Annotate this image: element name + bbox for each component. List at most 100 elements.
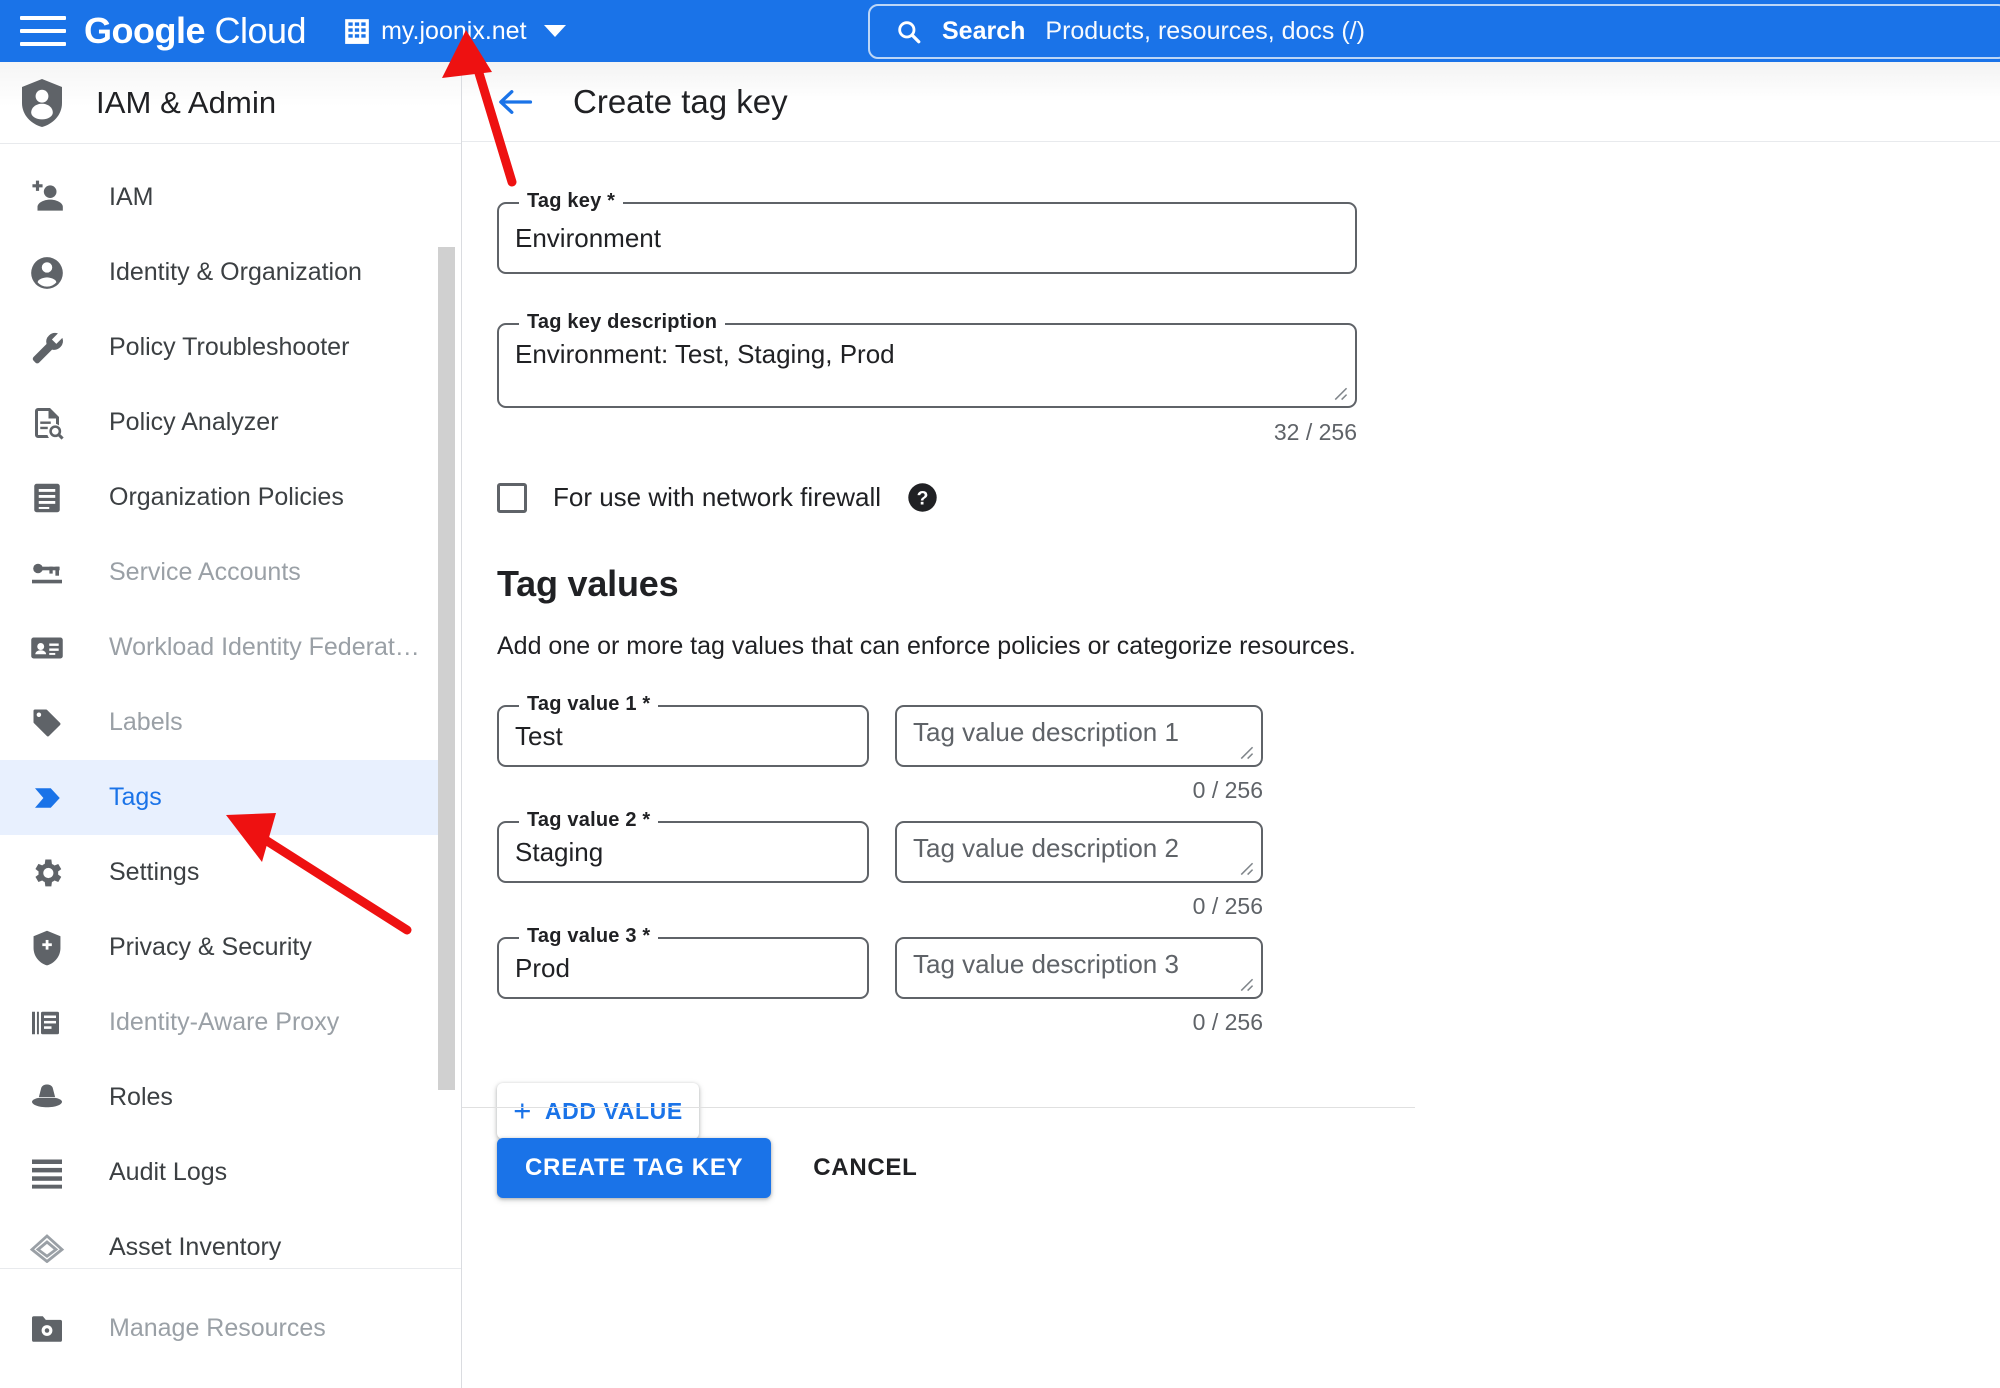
tag-arrow-icon <box>24 775 70 821</box>
proxy-icon <box>24 1000 70 1046</box>
search-label: Search <box>942 17 1026 45</box>
sidebar-item-label: Roles <box>109 1083 173 1111</box>
tag-key-description-input[interactable]: Environment: Test, Staging, Prod <box>515 339 895 369</box>
document-search-icon <box>24 400 70 446</box>
app-root: Google Cloud my.joonix.net Search Produc… <box>0 0 2000 1388</box>
lines-icon <box>24 1150 70 1196</box>
sidebar-item-labels[interactable]: Labels <box>0 685 461 760</box>
add-value-button[interactable]: + ADD VALUE <box>497 1083 699 1139</box>
sidebar-item-policy-troubleshooter[interactable]: Policy Troubleshooter <box>0 310 461 385</box>
tag-key-description-label: Tag key description <box>519 311 726 334</box>
resize-handle-icon[interactable] <box>1331 384 1348 401</box>
search-input[interactable]: Products, resources, docs (/) <box>1045 17 1365 46</box>
back-arrow-icon[interactable] <box>497 86 533 118</box>
sidebar-item-label: Manage Resources <box>109 1314 326 1342</box>
tag-value-3-description-placeholder[interactable]: Tag value description 3 <box>913 949 1179 979</box>
sidebar-item-label: Asset Inventory <box>109 1233 282 1261</box>
hat-icon <box>24 1075 70 1121</box>
sidebar-header: IAM & Admin <box>0 62 461 144</box>
sidebar-item-identity-aware-proxy[interactable]: Identity-Aware Proxy <box>0 985 461 1060</box>
sidebar-item-roles[interactable]: Roles <box>0 1060 461 1135</box>
tag-value-2-label: Tag value 2 * <box>519 809 659 832</box>
tag-value-row: Tag value 1 * Test Tag value description… <box>497 693 2000 804</box>
tag-value-2-input[interactable]: Staging <box>511 833 607 871</box>
sidebar-item-privacy-security[interactable]: Privacy & Security <box>0 910 461 985</box>
tag-value-2-description-placeholder[interactable]: Tag value description 2 <box>913 833 1179 863</box>
tag-key-description-counter: 32 / 256 <box>1273 419 1357 445</box>
list-document-icon <box>24 475 70 521</box>
sidebar-item-tags[interactable]: Tags <box>0 760 438 835</box>
project-name-label: my.joonix.net <box>381 16 527 45</box>
sidebar-item-service-accounts[interactable]: Service Accounts <box>0 535 461 610</box>
tag-key-field[interactable]: Tag key * Environment <box>497 190 1357 274</box>
tag-value-1-field[interactable]: Tag value 1 * Test <box>497 693 869 767</box>
sidebar-nav: IAM Identity & Organization Policy Troub… <box>0 144 461 1285</box>
key-card-icon <box>24 550 70 596</box>
sidebar-item-label: Service Accounts <box>109 558 301 586</box>
search-icon <box>896 19 922 45</box>
sidebar-item-manage-resources[interactable]: Manage Resources <box>0 1268 461 1388</box>
logo-cloud-text: Cloud <box>214 10 307 51</box>
create-tag-key-button[interactable]: CREATE TAG KEY <box>497 1138 772 1198</box>
tag-values-heading: Tag values <box>497 563 679 604</box>
tag-value-2-description-field[interactable]: Tag value description 2 0 / 256 <box>895 821 1263 920</box>
svg-text:?: ? <box>917 487 929 509</box>
tag-value-1-description-field[interactable]: Tag value description 1 0 / 256 <box>895 705 1263 804</box>
global-search-bar[interactable]: Search Products, resources, docs (/) <box>868 4 2000 59</box>
form-actions: CREATE TAG KEY CANCEL <box>497 1138 917 1198</box>
project-picker[interactable]: my.joonix.net <box>344 16 566 46</box>
tag-value-1-input[interactable]: Test <box>511 717 567 755</box>
sidebar-item-label: Policy Troubleshooter <box>109 333 350 361</box>
sidebar-item-settings[interactable]: Settings <box>0 835 461 910</box>
account-circle-icon <box>24 250 70 296</box>
sidebar-item-label: Identity-Aware Proxy <box>109 1008 340 1036</box>
resize-handle-icon[interactable] <box>1237 743 1254 760</box>
resize-handle-icon[interactable] <box>1237 859 1254 876</box>
tag-value-3-counter: 0 / 256 <box>1192 1009 1263 1035</box>
network-firewall-checkbox[interactable] <box>497 482 527 513</box>
resize-handle-icon[interactable] <box>1237 975 1254 992</box>
cancel-button[interactable]: CANCEL <box>813 1154 917 1182</box>
sidebar-item-label: Workload Identity Federat… <box>109 633 420 661</box>
logo-google-text: Google <box>84 10 206 51</box>
sidebar-item-label: IAM <box>109 183 154 211</box>
tag-values-description: Add one or more tag values that can enfo… <box>497 632 1356 660</box>
sidebar-item-identity-organization[interactable]: Identity & Organization <box>0 235 461 310</box>
tag-key-input[interactable]: Environment <box>511 217 665 259</box>
sidebar-item-label: Privacy & Security <box>109 933 312 961</box>
sidebar-item-policy-analyzer[interactable]: Policy Analyzer <box>0 385 461 460</box>
sidebar-title: IAM & Admin <box>96 84 277 120</box>
sidebar-item-label: Identity & Organization <box>109 258 362 286</box>
plus-icon: + <box>513 1092 532 1128</box>
tag-value-row: Tag value 2 * Staging Tag value descript… <box>497 809 2000 920</box>
organization-building-icon <box>344 17 370 45</box>
sidebar-scrollbar[interactable] <box>438 247 455 1090</box>
tag-value-3-field[interactable]: Tag value 3 * Prod <box>497 925 869 999</box>
person-add-icon <box>24 175 70 221</box>
network-firewall-label: For use with network firewall <box>553 482 881 512</box>
wrench-icon <box>24 325 70 371</box>
sidebar-item-audit-logs[interactable]: Audit Logs <box>0 1135 461 1210</box>
tag-value-row: Tag value 3 * Prod Tag value description… <box>497 925 2000 1036</box>
tag-value-2-field[interactable]: Tag value 2 * Staging <box>497 809 869 883</box>
chevron-down-icon <box>543 25 566 37</box>
help-circle-icon[interactable]: ? <box>907 482 938 513</box>
tag-key-description-field[interactable]: Tag key description Environment: Test, S… <box>497 311 1357 408</box>
tag-value-3-label: Tag value 3 * <box>519 925 659 948</box>
tag-value-1-description-placeholder[interactable]: Tag value description 1 <box>913 717 1179 747</box>
shield-person-icon <box>18 77 66 129</box>
google-cloud-logo[interactable]: Google Cloud <box>84 10 307 52</box>
sidebar-item-organization-policies[interactable]: Organization Policies <box>0 460 461 535</box>
asset-icon <box>24 1225 70 1271</box>
sidebar-item-label: Tags <box>109 783 162 811</box>
sidebar-item-label: Labels <box>109 708 183 736</box>
hamburger-menu-icon[interactable] <box>20 11 66 51</box>
tag-value-3-description-field[interactable]: Tag value description 3 0 / 256 <box>895 937 1263 1036</box>
id-card-icon <box>24 625 70 671</box>
sidebar-item-workload-identity-federation[interactable]: Workload Identity Federat… <box>0 610 461 685</box>
tag-value-1-label: Tag value 1 * <box>519 693 659 716</box>
sidebar-item-iam[interactable]: IAM <box>0 160 461 235</box>
folder-gear-icon <box>24 1306 70 1352</box>
tag-value-3-input[interactable]: Prod <box>511 949 574 987</box>
sidebar-item-label: Policy Analyzer <box>109 408 279 436</box>
